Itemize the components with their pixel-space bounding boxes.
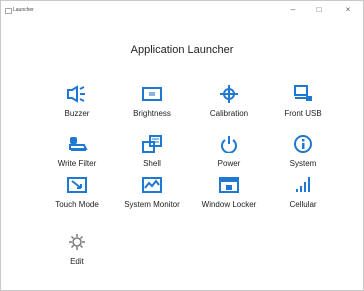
- calibration-icon: [220, 85, 238, 103]
- tile-brightness[interactable]: Brightness: [120, 85, 184, 119]
- power-icon: [221, 136, 237, 153]
- usb-icon: [294, 85, 312, 101]
- app-window-icon: [5, 8, 12, 14]
- tile-label: Touch Mode: [55, 200, 99, 209]
- tile-label: Buzzer: [64, 109, 90, 118]
- tile-system-monitor[interactable]: System Monitor: [120, 176, 184, 210]
- tile-calibration[interactable]: Calibration: [197, 85, 261, 119]
- tile-cellular[interactable]: Cellular: [271, 176, 335, 210]
- tile-label: Front USB: [284, 109, 322, 118]
- tile-label: Edit: [70, 257, 84, 266]
- touch-mode-icon: [67, 177, 87, 193]
- close-button[interactable]: ×: [339, 3, 357, 17]
- tile-label: System: [289, 159, 317, 168]
- tile-label: System Monitor: [124, 200, 180, 209]
- window-lock-icon: [219, 177, 239, 193]
- window-title: Launcher: [13, 7, 34, 13]
- tile-label: Brightness: [133, 109, 171, 118]
- tile-system[interactable]: System: [271, 135, 335, 169]
- tile-label: Write Filter: [57, 159, 97, 168]
- monitor-icon: [142, 177, 162, 193]
- tile-label: Shell: [143, 159, 161, 168]
- shell-icon: [142, 135, 162, 153]
- launcher-window: Launcher – □ × Application Launcher Buzz…: [0, 0, 364, 291]
- tile-write-filter[interactable]: Write Filter: [45, 135, 109, 169]
- buzzer-icon: [67, 85, 85, 103]
- minimize-button[interactable]: –: [284, 3, 302, 17]
- tile-label: Calibration: [209, 109, 249, 118]
- tile-shell[interactable]: Shell: [120, 135, 184, 169]
- tile-power[interactable]: Power: [197, 135, 261, 169]
- info-icon: [294, 135, 312, 153]
- title-bar[interactable]: Launcher – □ ×: [1, 1, 363, 21]
- tile-label: Power: [217, 159, 241, 168]
- tile-buzzer[interactable]: Buzzer: [45, 85, 109, 119]
- tile-edit[interactable]: Edit: [45, 233, 109, 267]
- cellular-icon: [296, 177, 310, 192]
- gear-icon: [69, 234, 85, 250]
- tile-label: Cellular: [289, 200, 317, 209]
- tile-window-locker[interactable]: Window Locker: [197, 176, 261, 210]
- write-filter-icon: [69, 137, 88, 151]
- tile-label: Window Locker: [201, 200, 257, 209]
- tile-touch-mode[interactable]: Touch Mode: [45, 176, 109, 210]
- tile-front-usb[interactable]: Front USB: [271, 85, 335, 119]
- page-title: Application Launcher: [130, 44, 234, 56]
- brightness-icon: [142, 87, 162, 101]
- maximize-button[interactable]: □: [310, 3, 328, 17]
